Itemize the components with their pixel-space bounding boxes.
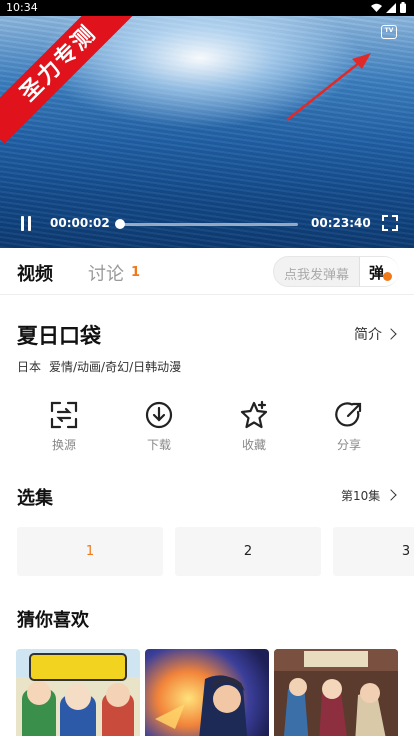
video-player[interactable]: 圣力专测 TV 00:00:02 00:23:40 bbox=[0, 16, 414, 248]
danmu-label: 弹 bbox=[369, 264, 385, 282]
fullscreen-icon[interactable] bbox=[382, 215, 398, 231]
favorite-star-icon bbox=[240, 400, 268, 429]
show-meta: 日本 爱情/动画/奇幻/日韩动漫 bbox=[17, 358, 189, 375]
episodes-title: 选集 bbox=[17, 488, 53, 509]
battery-icon bbox=[400, 2, 406, 13]
swap-source-button[interactable]: 换源 bbox=[34, 400, 94, 460]
episode-item[interactable]: 2 bbox=[175, 527, 321, 576]
intro-link[interactable]: 简介 bbox=[354, 324, 382, 344]
meta-genres: 爱情/动画/奇幻/日韩动漫 bbox=[49, 360, 182, 374]
recommend-title: 猜你喜欢 bbox=[17, 610, 89, 631]
share-icon bbox=[335, 402, 362, 427]
chevron-right-icon bbox=[385, 328, 397, 340]
recommend-poster[interactable] bbox=[145, 649, 269, 736]
episode-item[interactable]: 3 bbox=[333, 527, 414, 576]
download-icon bbox=[145, 401, 173, 429]
current-time: 00:00:02 bbox=[50, 216, 110, 230]
tab-bar: 视频 讨论 1 点我发弹幕 弹 bbox=[0, 248, 414, 295]
status-icons bbox=[371, 2, 406, 13]
action-label: 下载 bbox=[146, 438, 171, 452]
episodes-more-link[interactable]: 第10集 bbox=[341, 487, 380, 504]
swap-source-icon bbox=[50, 401, 78, 429]
action-label: 换源 bbox=[51, 438, 76, 452]
danmu-check-icon bbox=[383, 272, 392, 281]
recommend-poster[interactable] bbox=[274, 649, 398, 736]
danmu-bar: 点我发弹幕 弹 bbox=[273, 256, 399, 287]
wifi-icon bbox=[371, 3, 382, 12]
discussion-count-badge: 1 bbox=[131, 265, 141, 280]
progress-handle[interactable] bbox=[115, 219, 126, 229]
danmu-input[interactable]: 点我发弹幕 bbox=[284, 264, 349, 283]
recommend-poster[interactable] bbox=[16, 649, 140, 736]
status-time: 10:34 bbox=[6, 1, 38, 14]
action-row: 换源 下载 收藏 分享 bbox=[0, 400, 414, 460]
player-controls: 00:00:02 00:23:40 bbox=[0, 212, 414, 236]
app-screen: { "status_bar": { "time": "10:34" }, "vi… bbox=[0, 0, 414, 736]
tab-video[interactable]: 视频 bbox=[17, 260, 53, 286]
progress-track[interactable] bbox=[120, 223, 298, 226]
chevron-right-icon bbox=[385, 489, 397, 501]
signal-icon bbox=[386, 2, 396, 13]
download-button[interactable]: 下载 bbox=[129, 400, 189, 460]
tab-discussion[interactable]: 讨论 bbox=[88, 260, 124, 286]
status-bar: 10:34 bbox=[0, 0, 414, 16]
duration: 00:23:40 bbox=[311, 216, 371, 230]
danmu-toggle-button[interactable]: 弹 bbox=[360, 257, 399, 286]
action-label: 分享 bbox=[336, 438, 361, 452]
show-title: 夏日口袋 bbox=[17, 324, 101, 348]
action-label: 收藏 bbox=[241, 438, 266, 452]
pause-button[interactable] bbox=[20, 216, 32, 231]
episode-item[interactable]: 1 bbox=[17, 527, 163, 576]
favorite-button[interactable]: 收藏 bbox=[224, 400, 284, 460]
share-button[interactable]: 分享 bbox=[319, 400, 379, 460]
meta-region: 日本 bbox=[17, 360, 42, 374]
